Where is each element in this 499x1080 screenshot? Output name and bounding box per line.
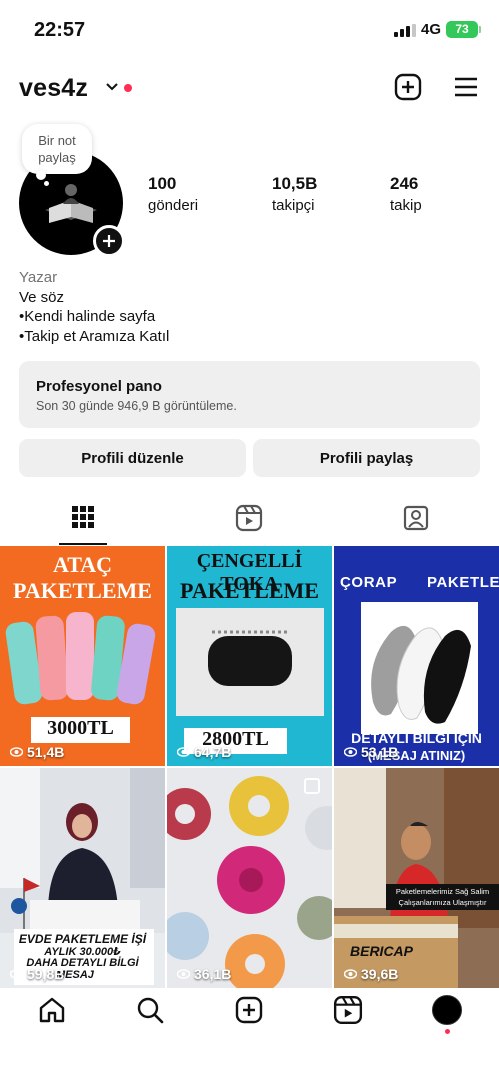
plus-icon <box>103 235 115 247</box>
socks-image <box>371 625 471 724</box>
post-thumbnail[interactable]: ÇENGELLİ TOKA PAKETLEME 2800TL 64,7B <box>167 546 332 766</box>
nav-home[interactable] <box>35 993 69 1027</box>
signal-icon <box>394 24 416 37</box>
bio-line: •Takip et Aramıza Katıl <box>19 327 170 345</box>
stat-posts[interactable]: 100 gönderi <box>148 174 198 214</box>
add-story-button[interactable] <box>93 225 125 257</box>
view-count: 39,6B <box>344 966 398 982</box>
view-count: 36,1B <box>177 966 231 982</box>
profile-tabs <box>0 500 499 545</box>
view-count: 53,1B <box>344 744 398 760</box>
stat-value: 100 <box>148 174 177 193</box>
stat-followers[interactable]: 10,5B takipçi <box>272 174 317 214</box>
network-label: 4G <box>421 21 442 38</box>
bio: Yazar Ve söz •Kendi halinde sayfa •Takip… <box>19 268 169 346</box>
stat-label: gönderi <box>148 197 199 214</box>
view-count: 51,4B <box>10 744 64 760</box>
post-caption: EVDE PAKETLEME İŞİ <box>18 932 147 946</box>
username[interactable]: ves4z <box>19 74 88 103</box>
scrunchies-image <box>167 768 332 988</box>
tab-tagged[interactable] <box>333 500 499 545</box>
active-tab-indicator <box>59 543 107 545</box>
battery-level: 73 <box>455 22 469 36</box>
view-count-value: 36,1B <box>194 966 232 982</box>
search-icon <box>137 997 164 1024</box>
view-count-value: 53,1B <box>361 744 399 760</box>
view-count-value: 51,4B <box>27 744 65 760</box>
eye-icon <box>10 969 23 979</box>
stat-label: takipçi <box>272 197 315 214</box>
eye-icon <box>344 969 357 979</box>
eye-icon <box>10 747 23 757</box>
socks-image <box>5 612 156 705</box>
nav-create[interactable] <box>232 993 266 1027</box>
create-icon <box>235 996 263 1024</box>
product-image <box>361 602 478 734</box>
menu-icon[interactable] <box>451 72 481 102</box>
view-count-value: 59,8B <box>27 966 65 982</box>
book-icon <box>45 184 97 223</box>
note-bubble[interactable]: Bir not paylaş <box>22 124 92 174</box>
profile-avatar-icon <box>432 995 462 1025</box>
post-thumbnail[interactable]: Paketlemelerimiz Sağ Salim Çalışanlarımı… <box>334 768 499 988</box>
eye-icon <box>177 969 190 979</box>
stat-value: 10,5B <box>272 174 318 193</box>
posts-grid: ATAÇ PAKETLEME 3000TL 51,4B ÇENGELLİ TOK… <box>0 546 499 988</box>
professional-dashboard[interactable]: Profesyonel pano Son 30 günde 946,9 B gö… <box>19 361 480 428</box>
share-profile-button[interactable]: Profili paylaş <box>253 439 480 477</box>
view-count: 59,8B <box>10 966 64 982</box>
stat-label: takip <box>390 197 422 214</box>
view-count: 64,7B <box>177 744 231 760</box>
create-post-icon[interactable] <box>393 72 423 102</box>
post-thumbnail[interactable]: ATAÇ PAKETLEME 3000TL 51,4B <box>0 546 165 766</box>
dashboard-subtitle: Son 30 günde 946,9 B görüntüleme. <box>36 399 237 413</box>
post-thumbnail[interactable]: ÇORAP PAKETLEME DETAYLI BİLGİ İÇİN (MESA… <box>334 546 499 766</box>
battery-icon: 73 <box>446 21 481 38</box>
tab-reels[interactable] <box>166 500 332 545</box>
grid-icon <box>72 506 94 528</box>
tab-grid[interactable] <box>0 500 166 545</box>
post-title: ATAÇ <box>52 552 113 577</box>
eye-icon <box>177 747 190 757</box>
reels-icon <box>235 504 263 532</box>
status-bar: 22:57 4G 73 <box>0 0 499 60</box>
box-brand: BERICAP <box>350 943 414 959</box>
bottom-nav <box>0 985 499 1035</box>
pins-image <box>208 630 292 686</box>
view-count-value: 64,7B <box>194 744 232 760</box>
notification-dot <box>124 84 132 92</box>
note-bubble-tail <box>36 170 46 180</box>
post-thumbnail[interactable]: EVDE PAKETLEME İŞİ AYLIK 30.000₺ DAHA DE… <box>0 768 165 988</box>
eye-icon <box>344 747 357 757</box>
chevron-down-icon[interactable] <box>105 80 119 94</box>
multiple-posts-icon <box>304 778 320 794</box>
office-photo <box>0 768 165 933</box>
status-time: 22:57 <box>34 19 86 41</box>
view-count-value: 39,6B <box>361 966 399 982</box>
bio-line: Ve söz <box>19 288 65 306</box>
notification-dot <box>445 1029 450 1034</box>
note-bubble-tail-small <box>44 181 49 186</box>
post-subtitle: PAKETLEME <box>180 578 319 603</box>
dashboard-title: Profesyonel pano <box>36 378 162 395</box>
tagged-icon <box>403 505 429 531</box>
product-image <box>176 608 324 716</box>
post-thumbnail[interactable]: 36,1B <box>167 768 332 988</box>
nav-profile[interactable] <box>430 993 464 1027</box>
post-price: 3000TL <box>31 717 130 743</box>
post-subtitle: PAKETLEME <box>427 574 499 591</box>
post-caption: Paketlemelerimiz Sağ Salim Çalışanlarımı… <box>386 884 499 910</box>
reels-icon <box>333 995 363 1025</box>
nav-reels[interactable] <box>331 993 365 1027</box>
post-title: ÇORAP <box>340 574 398 591</box>
post-subtitle: PAKETLEME <box>13 578 152 603</box>
bio-line: •Kendi halinde sayfa <box>19 308 156 325</box>
stat-following[interactable]: 246 takip <box>390 174 422 214</box>
nav-search[interactable] <box>133 993 167 1027</box>
bio-category: Yazar <box>19 269 58 286</box>
home-icon <box>39 997 65 1023</box>
stat-value: 246 <box>390 174 419 193</box>
profile-header: ves4z <box>0 70 499 110</box>
edit-profile-button[interactable]: Profili düzenle <box>19 439 246 477</box>
